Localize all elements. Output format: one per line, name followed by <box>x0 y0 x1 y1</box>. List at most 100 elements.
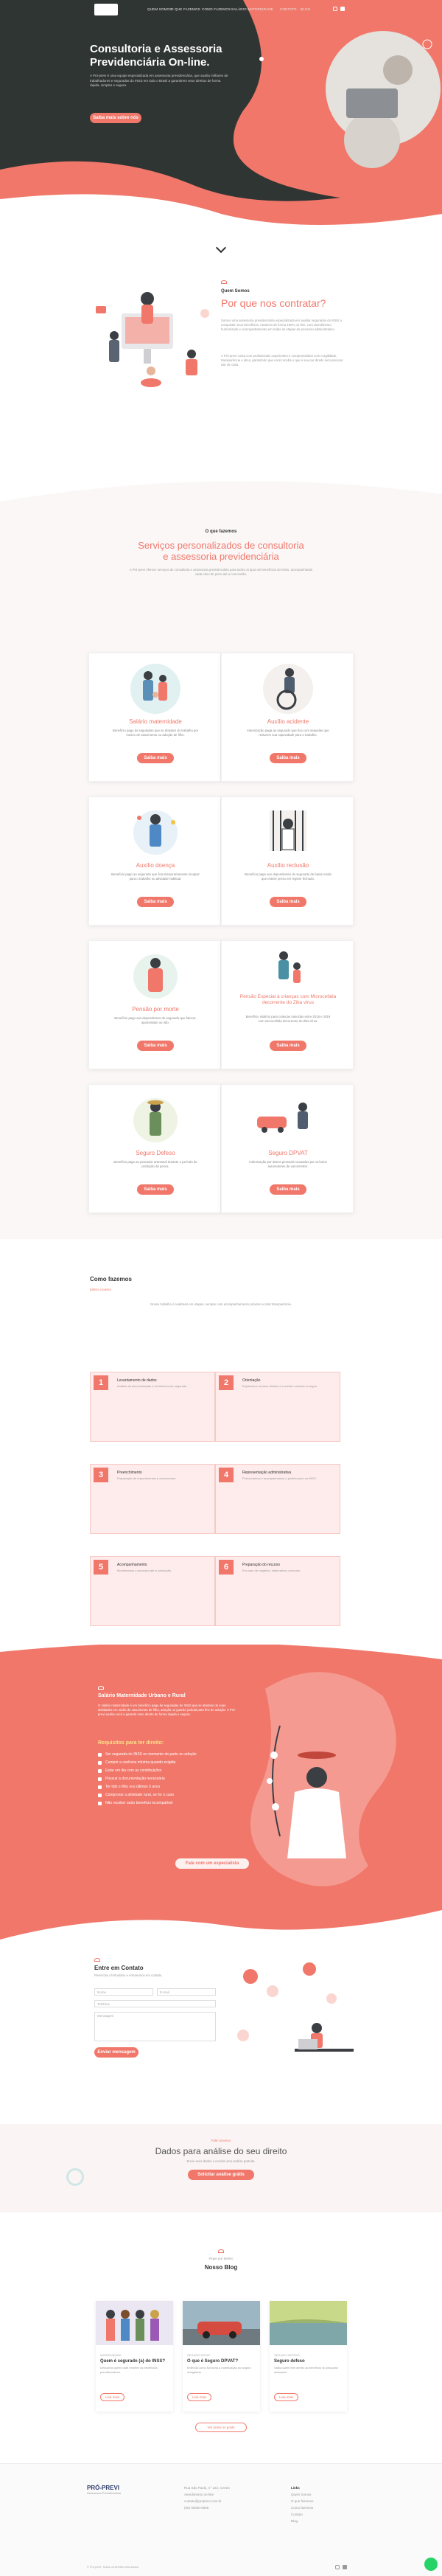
hero-text: A Pró-previ é uma equipe especializada e… <box>90 74 228 87</box>
blog-category: SEGURO DEFESO <box>274 2353 300 2357</box>
service-saiba-mais-button[interactable]: Saiba mais <box>270 753 306 763</box>
maternity-title: Salário Maternidade Urbano e Rural <box>98 1693 186 1698</box>
chevron-down-icon[interactable] <box>215 242 227 254</box>
step-number: 5 <box>94 1560 108 1575</box>
service-saiba-mais-button[interactable]: Saiba mais <box>137 1041 174 1051</box>
check-icon <box>98 1793 102 1797</box>
blog-post-title[interactable]: Seguro defeso <box>270 2357 347 2364</box>
step-card: 2 Orientação Explicamos os seus direitos e… <box>215 1372 340 1442</box>
step-card: 4 Representação administrativa Protocolamo… <box>215 1464 340 1534</box>
hero-cta-button[interactable]: Saiba mais sobre nós <box>90 113 141 123</box>
requirement-text: Ter tido o filho nos últimos 5 anos <box>105 1785 161 1789</box>
footer-link[interactable]: Como fazemos <box>291 2504 314 2511</box>
footer-contact-column: Rua São Paulo, n° 123, Centro Atendiment… <box>184 2485 230 2511</box>
whatsapp-icon[interactable] <box>424 2558 438 2571</box>
service-title: Auxílio reclusão <box>267 862 309 869</box>
step-text: Monitoramos o processo até a conclusão. <box>117 1569 172 1572</box>
service-text: Indenização paga ao segurado que fica co… <box>247 729 329 737</box>
service-title: Seguro DPVAT <box>268 1150 308 1156</box>
nav-o-que-fazemos[interactable]: O QUE FAZEMOS <box>171 7 200 11</box>
instagram-icon[interactable] <box>333 7 337 11</box>
maternity-cta-button[interactable]: Fale com um especialista <box>175 1858 249 1869</box>
contact-illustration <box>237 1962 354 2052</box>
footer-link[interactable]: Quem Somos <box>291 2491 314 2498</box>
nav-quem-somos[interactable]: QUEM SOMOS <box>147 7 172 11</box>
services-title-line1: Serviços personalizados de consultoria <box>138 540 304 551</box>
service-saiba-mais-button[interactable]: Saiba mais <box>137 753 174 763</box>
top-navigation: QUEM SOMOS O QUE FAZEMOS COMO FAZEMOS SA… <box>0 0 442 19</box>
family-illustration <box>130 664 180 714</box>
blog-read-more-link[interactable]: Leia mais <box>187 2393 212 2401</box>
nav-salario-maternidade[interactable]: SALÁRIO MATERNIDADE <box>231 7 273 11</box>
blog-all-posts-button[interactable]: Ver todos os posts <box>195 2423 247 2432</box>
check-icon <box>98 1785 102 1789</box>
widow-illustration <box>133 954 178 999</box>
nav-contato[interactable]: CONTATO <box>280 7 297 11</box>
footer-links-title: Links <box>291 2486 300 2490</box>
footer-email[interactable]: contato@proprevi.com.br <box>184 2498 230 2504</box>
blog-post-title[interactable]: O que é Seguro DPVAT? <box>183 2357 260 2364</box>
email-input[interactable]: E-mail <box>157 1988 216 1996</box>
people-image <box>96 2301 173 2345</box>
phone-input[interactable]: Telefone <box>94 2000 216 2007</box>
service-text: Benefício pago aos dependentes do segura… <box>245 872 332 881</box>
footer-link[interactable]: Contato <box>291 2511 314 2518</box>
step-text: Em caso de negativa, elaboramos o recurs… <box>242 1569 301 1572</box>
about-illustration <box>96 292 209 387</box>
service-saiba-mais-button[interactable]: Saiba mais <box>270 897 306 907</box>
footer-logo-name: PRÓ-PREVI <box>87 2485 120 2491</box>
blog-post-title[interactable]: Quem é segurado (a) do INSS? <box>96 2357 173 2364</box>
contact-submit-button[interactable]: Enviar mensagem <box>94 2047 138 2058</box>
hero-background-shapes <box>0 0 442 236</box>
analysis-cta-section: Fale conosco Dados para análise do seu d… <box>0 2124 442 2212</box>
service-saiba-mais-button[interactable]: Saiba mais <box>137 897 174 907</box>
service-saiba-mais-button[interactable]: Saiba mais <box>270 1041 306 1051</box>
nav-blog[interactable]: BLOG <box>301 7 310 11</box>
service-text: Benefício pago às seguradas que se afast… <box>112 729 199 737</box>
nav-como-fazemos[interactable]: COMO FAZEMOS <box>202 7 231 11</box>
blog-post-excerpt: Entenda como funciona a indenização do s… <box>187 2366 251 2374</box>
blog-read-more-link[interactable]: Leia mais <box>274 2393 299 2401</box>
car-accident-illustration <box>257 1103 308 1133</box>
footer-phone[interactable]: (00) 00000-0000 <box>184 2504 230 2511</box>
blog-card[interactable]: SEGURO DEFESO Seguro defeso Saiba quem t… <box>270 2301 347 2412</box>
service-saiba-mais-button[interactable]: Saiba mais <box>270 1184 306 1195</box>
facebook-icon[interactable] <box>343 2565 347 2569</box>
step-card: 3 Preenchimento Preparação de requerimento… <box>90 1464 215 1534</box>
logo[interactable] <box>94 4 118 15</box>
service-card-auxilio-doenca: Auxílio doença Benefício pago ao segurad… <box>88 796 221 926</box>
message-textarea[interactable]: Mensagem <box>94 2012 216 2041</box>
check-icon <box>98 1760 102 1765</box>
about-paragraph-1: Somos uma assessoria previdenciária espe… <box>221 319 342 331</box>
name-input[interactable]: Nome <box>94 1988 153 1996</box>
blog-eyebrow: Fique por dentro <box>208 2257 234 2260</box>
blog-card[interactable]: MATERNIDADE Quem é segurado (a) do INSS?… <box>96 2301 173 2412</box>
footer-link[interactable]: Blog <box>291 2518 314 2524</box>
facebook-icon[interactable] <box>340 7 345 11</box>
service-saiba-mais-button[interactable]: Saiba mais <box>137 1184 174 1195</box>
blog-read-more-link[interactable]: Leia mais <box>100 2393 125 2401</box>
requirement-text: Ser segurada do INSS no momento do parto… <box>105 1752 197 1757</box>
footer: PRÓ-PREVI Assessoria Previdenciária Rua … <box>0 2463 442 2576</box>
how-intro: Nosso trabalho é realizado em etapas, se… <box>150 1302 292 1306</box>
service-title: Pensão por morte <box>132 1006 179 1013</box>
requirement-item: Não receber outro benefício incompatível <box>98 1801 245 1805</box>
prison-illustration <box>270 810 306 851</box>
how-title: Como fazemos <box>90 1276 132 1282</box>
about-section: Quem Somos Por que nos contratar? Somos … <box>0 265 442 420</box>
service-text: Benefício pago ao segurado que fica temp… <box>111 872 200 881</box>
step-number: 2 <box>219 1375 234 1390</box>
requirement-text: Comprovar a atividade rural, se for o ca… <box>105 1793 175 1797</box>
check-icon <box>98 1801 102 1805</box>
blog-title: Nosso Blog <box>204 2264 238 2271</box>
blog-card[interactable]: SEGURO DPVAT O que é Seguro DPVAT? Enten… <box>183 2301 260 2412</box>
mother-children-illustration <box>278 951 301 983</box>
step-title: Levantamento de dados <box>117 1378 157 1383</box>
footer-address: Rua São Paulo, n° 123, Centro <box>184 2486 230 2490</box>
footer-logo[interactable]: PRÓ-PREVI Assessoria Previdenciária <box>87 2485 138 2504</box>
instagram-icon[interactable] <box>335 2565 340 2569</box>
analysis-button[interactable]: Solicitar análise grátis <box>188 2170 254 2180</box>
service-card-auxilio-reclusao: Auxílio reclusão Benefício pago aos depe… <box>221 796 354 926</box>
footer-link[interactable]: O que fazemos <box>291 2498 314 2504</box>
check-icon <box>98 1768 102 1773</box>
